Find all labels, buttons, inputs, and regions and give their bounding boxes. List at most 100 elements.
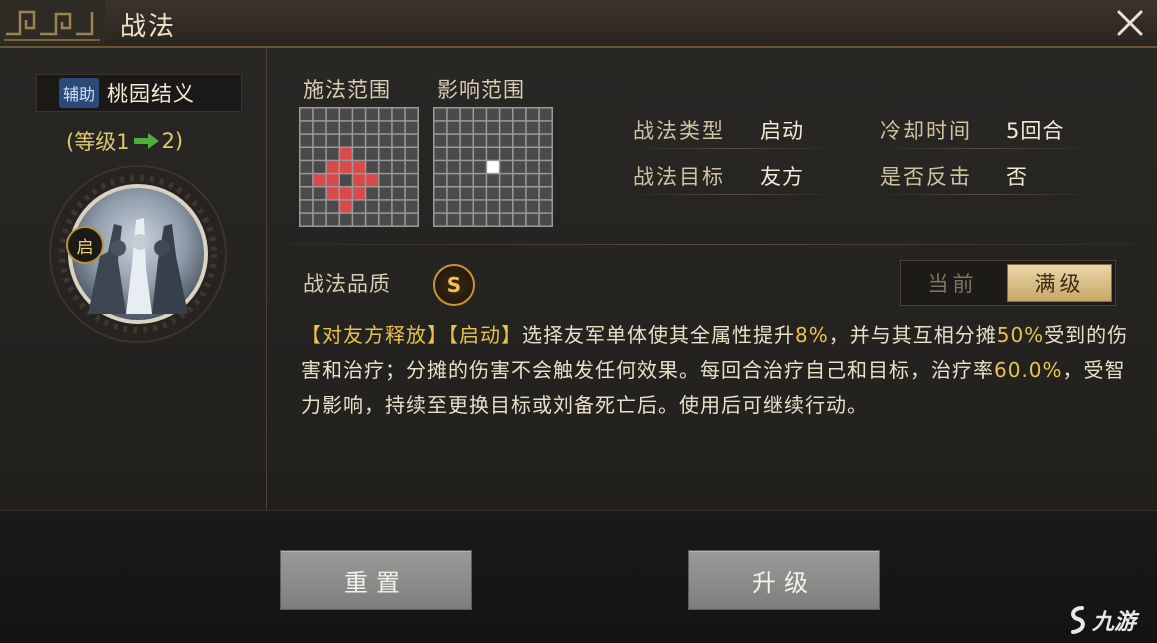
effect-range-cell	[526, 187, 539, 200]
cast-range-cell	[405, 213, 418, 226]
skill-type-value: 启动	[760, 119, 804, 143]
counter-label: 是否反击	[880, 165, 972, 189]
effect-range-cell	[513, 121, 526, 134]
cast-range-cell	[405, 200, 418, 213]
cast-range-cell	[405, 161, 418, 173]
bottom-bar	[0, 510, 1157, 643]
effect-range-cell	[474, 187, 486, 200]
effect-range-cell	[500, 187, 512, 200]
effect-range-cell	[487, 213, 499, 226]
cast-range-cell	[379, 108, 392, 121]
cast-range-cell	[392, 161, 405, 173]
upgrade-button[interactable]: 升级	[688, 550, 880, 610]
effect-range-cell	[434, 174, 447, 186]
close-icon	[1117, 10, 1143, 36]
skill-name-box: 辅助 桃园结义	[36, 74, 242, 112]
cast-range-cell	[340, 108, 352, 121]
skill-description: 【对友方释放】【启动】选择友军单体使其全属性提升8%，并与其互相分摊50%受到的…	[301, 318, 1131, 423]
cast-range-cell	[379, 213, 392, 226]
cast-range-cell	[379, 148, 392, 160]
effect-range-cell	[447, 161, 460, 173]
cast-range-cell	[392, 121, 405, 134]
cast-range-cell	[353, 213, 365, 226]
effect-range-cell	[526, 121, 539, 134]
cast-range-cell	[326, 148, 339, 160]
cast-range-cell	[326, 200, 339, 213]
effect-range-cell	[434, 161, 447, 173]
cast-range-cell	[392, 108, 405, 121]
cast-range-cell	[326, 108, 339, 121]
effect-range-cell	[474, 174, 486, 186]
skill-tag-badge: 辅助	[59, 78, 100, 108]
skill-target-label: 战法目标	[633, 165, 725, 189]
effect-range-cell	[474, 161, 486, 173]
effect-range-cell	[460, 213, 473, 226]
effect-range-cell	[539, 108, 552, 121]
effect-range-cell	[539, 187, 552, 200]
desc-text-1: 选择友军单体使其全属性提升	[522, 323, 795, 347]
cast-range-cell	[379, 121, 392, 134]
effect-range-cell	[513, 213, 526, 226]
cast-range-active-cell	[353, 174, 365, 186]
cast-range-cell	[392, 200, 405, 213]
cast-range-cell	[392, 134, 405, 147]
underline	[628, 148, 838, 149]
cast-range-cell	[326, 213, 339, 226]
effect-range-cell	[526, 134, 539, 147]
effect-range-cell	[434, 134, 447, 147]
cast-range-cell	[300, 161, 313, 173]
cast-range-active-cell	[353, 161, 365, 173]
toggle-current[interactable]: 当前	[901, 261, 1004, 305]
desc-target-tag: 【对友方释放】	[301, 323, 448, 347]
counter-value: 否	[1006, 165, 1028, 189]
effect-range-cell	[447, 200, 460, 213]
cast-range-cell	[366, 108, 378, 121]
cast-range-cell	[392, 187, 405, 200]
cast-range-cell	[326, 121, 339, 134]
underline	[875, 194, 1095, 195]
cast-range-cell	[366, 148, 378, 160]
effect-range-cell	[513, 108, 526, 121]
effect-range-cell	[460, 174, 473, 186]
cast-range-label: 施法范围	[303, 78, 391, 102]
effect-range-cell	[447, 174, 460, 186]
effect-range-cell	[474, 121, 486, 134]
toggle-max-level[interactable]: 满级	[1007, 264, 1112, 302]
effect-range-cell	[487, 148, 499, 160]
effect-range-grid-svg	[434, 108, 552, 226]
effect-range-cell	[460, 108, 473, 121]
cast-range-cell	[405, 187, 418, 200]
effect-range-active-cell	[487, 161, 499, 173]
cast-range-active-cell	[340, 200, 352, 213]
cast-range-cell	[405, 108, 418, 121]
close-button[interactable]	[1112, 6, 1148, 40]
skill-type-label: 战法类型	[633, 119, 725, 143]
effect-range-grid	[433, 107, 553, 227]
effect-range-cell	[487, 187, 499, 200]
cast-range-cell	[405, 121, 418, 134]
watermark-text: 九游	[1092, 610, 1137, 635]
effect-range-cell	[474, 200, 486, 213]
cast-range-cell	[353, 200, 365, 213]
effect-range-cell	[539, 148, 552, 160]
effect-range-cell	[460, 134, 473, 147]
effect-range-cell	[487, 174, 499, 186]
effect-range-label: 影响范围	[437, 78, 525, 102]
level-toggle: 当前 满级	[900, 260, 1116, 306]
cast-range-cell	[366, 134, 378, 147]
cast-range-cell	[353, 108, 365, 121]
effect-range-cell	[474, 213, 486, 226]
level-to: 2)	[161, 129, 184, 153]
cast-range-cell	[340, 134, 352, 147]
cast-range-cell	[300, 174, 313, 186]
cast-range-cell	[366, 213, 378, 226]
effect-range-cell	[500, 134, 512, 147]
cast-range-active-cell	[326, 161, 339, 173]
cast-range-active-cell	[326, 187, 339, 200]
effect-range-cell	[460, 200, 473, 213]
cast-range-grid-svg	[300, 108, 418, 226]
cast-range-cell	[340, 213, 352, 226]
cast-range-cell	[392, 174, 405, 186]
effect-range-cell	[539, 174, 552, 186]
reset-button[interactable]: 重置	[280, 550, 472, 610]
